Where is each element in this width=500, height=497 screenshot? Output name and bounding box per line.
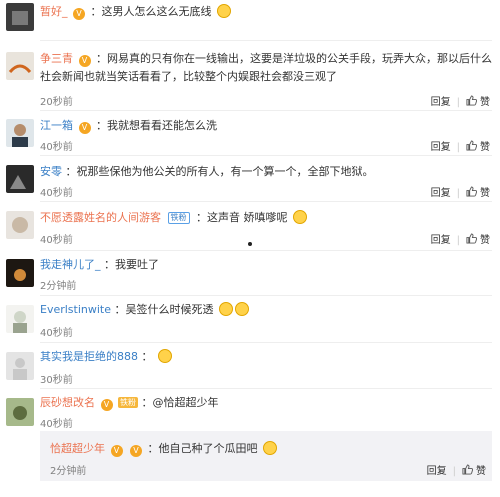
like-button[interactable]: 赞 xyxy=(466,186,490,199)
avatar[interactable] xyxy=(6,165,34,193)
comment-text: ：这声音 娇嗔嗲呢 xyxy=(196,211,288,224)
avatar[interactable] xyxy=(6,352,34,380)
divider xyxy=(40,295,492,296)
vip-icon: V xyxy=(78,55,91,67)
avatar[interactable] xyxy=(6,52,34,80)
divider xyxy=(40,342,492,343)
like-button[interactable]: 赞 xyxy=(466,233,490,246)
timestamp: 40秒前 xyxy=(40,419,73,430)
emoji-icon xyxy=(263,441,277,455)
timestamp: 20秒前 xyxy=(40,97,73,108)
divider xyxy=(40,201,492,202)
reply-button[interactable]: 回复 xyxy=(431,142,451,153)
username[interactable]: 江一箱 xyxy=(40,119,73,132)
comment-text: ：我就想看看还能怎么洗 xyxy=(96,119,217,132)
reply-button[interactable]: 回复 xyxy=(431,97,451,108)
like-button[interactable]: 赞 xyxy=(466,140,490,153)
avatar[interactable] xyxy=(6,305,34,333)
comment-text: ：网易真的只有你在一线输出，这要是洋垃圾的公关手段，玩弄大众，那以后什么社会新闻… xyxy=(40,52,492,83)
cursor-dot xyxy=(248,242,252,246)
emoji-icon xyxy=(235,302,250,316)
reply-button[interactable]: 回复 xyxy=(431,188,451,199)
divider xyxy=(40,110,492,111)
timestamp: 2分钟前 xyxy=(40,281,77,292)
comment-text: ： xyxy=(141,350,153,363)
username[interactable]: 安零 xyxy=(40,165,62,178)
divider xyxy=(40,388,492,389)
avatar[interactable] xyxy=(6,398,34,426)
fan-badge: 铁粉 xyxy=(167,212,190,224)
fan-badge: 铁粉 xyxy=(118,397,138,408)
thumbs-up-icon xyxy=(466,233,477,244)
vip-icon: V xyxy=(100,399,113,411)
username[interactable]: 不愿透露姓名的人间游客 xyxy=(40,211,161,224)
avatar[interactable] xyxy=(6,119,34,147)
comment-text: ：祝那些保他为他公关的所有人，有一个算一个，全部下地狱。 xyxy=(65,165,374,178)
thumbs-up-icon xyxy=(466,186,477,197)
like-button[interactable]: 赞 xyxy=(462,464,486,477)
thumbs-up-icon xyxy=(462,464,474,475)
vip-icon: V xyxy=(110,445,123,457)
timestamp: 30秒前 xyxy=(40,375,73,386)
username[interactable]: 我走神儿了_ xyxy=(40,258,101,271)
vip-icon: V xyxy=(78,122,91,134)
comment-text: ：吴签什么时候死透 xyxy=(114,303,214,316)
timestamp: 40秒前 xyxy=(40,188,73,199)
timestamp: 40秒前 xyxy=(40,142,73,153)
username[interactable]: 恰超超少年 xyxy=(50,442,105,455)
divider xyxy=(40,155,492,156)
avatar[interactable] xyxy=(6,259,34,287)
like-button[interactable]: 赞 xyxy=(466,95,490,108)
thumbs-up-emoji-icon xyxy=(158,349,172,363)
thumbs-up-icon xyxy=(466,95,477,106)
comment-text: ：我要吐了 xyxy=(104,258,159,271)
avatar[interactable] xyxy=(6,211,34,239)
emoji-icon xyxy=(293,210,307,224)
emoji-icon xyxy=(219,302,234,316)
emoji-icon xyxy=(217,4,231,18)
comment-text: ：@恰超超少年 xyxy=(141,396,219,409)
timestamp: 40秒前 xyxy=(40,235,73,246)
timestamp: 40秒前 xyxy=(40,328,73,339)
username[interactable]: 其实我是拒绝的888 xyxy=(40,350,138,363)
reply-button[interactable]: 回复 xyxy=(427,466,447,477)
comment-text: ：这男人怎么这么无底线 xyxy=(90,5,212,18)
username[interactable]: 争三青 xyxy=(40,52,73,65)
avatar[interactable] xyxy=(6,3,34,31)
thumbs-up-icon xyxy=(466,140,477,151)
nested-reply: 恰超超少年 V V ：他自己种了个瓜田吧 2分钟前 回复 | 赞 xyxy=(40,431,492,481)
username[interactable]: 暂好_ xyxy=(40,5,68,18)
comment-text: ：他自己种了个瓜田吧 xyxy=(147,442,258,455)
reply-button[interactable]: 回复 xyxy=(431,235,451,246)
divider xyxy=(40,250,492,251)
timestamp: 2分钟前 xyxy=(50,466,87,477)
username[interactable]: 辰砂想改名 xyxy=(40,396,95,409)
vip-icon: V xyxy=(73,8,85,20)
divider xyxy=(40,40,492,41)
username[interactable]: Everlstinwite xyxy=(40,303,111,316)
vip-icon: V xyxy=(130,445,142,457)
